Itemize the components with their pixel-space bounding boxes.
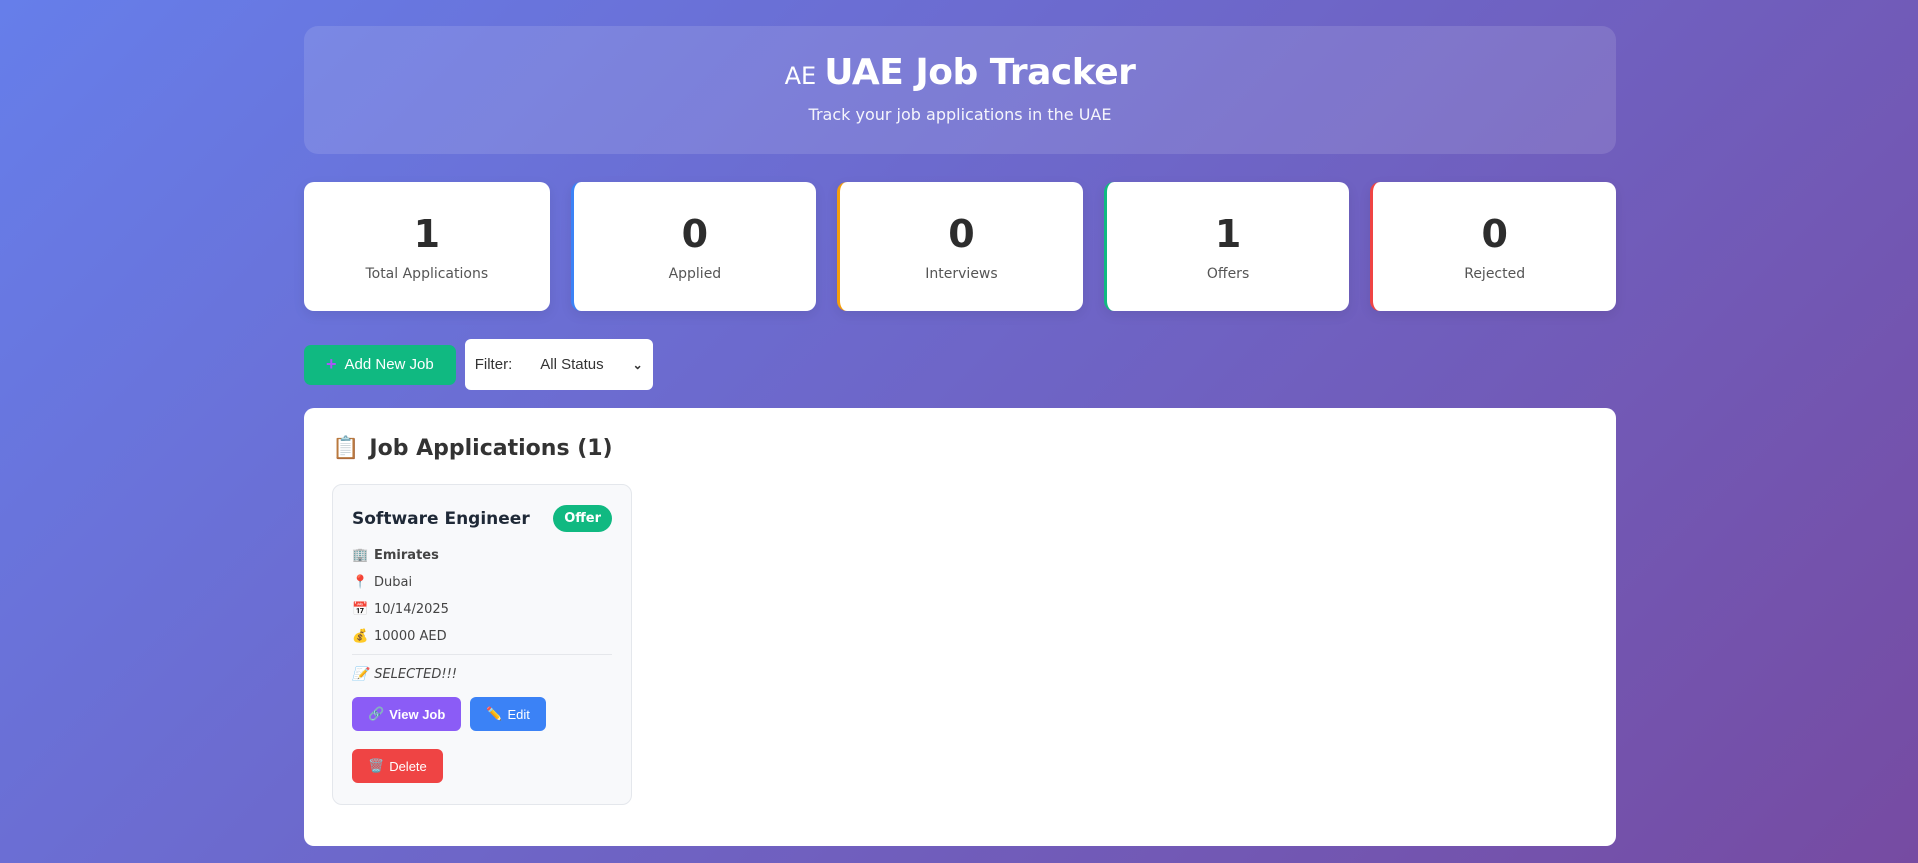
stat-label: Total Applications bbox=[365, 266, 489, 282]
pencil-icon: ✏️ bbox=[486, 706, 503, 721]
app-container: AE UAE Job Tracker Track your job applica… bbox=[304, 26, 1616, 846]
delete-button[interactable]: 🗑️ Delete bbox=[352, 749, 443, 783]
job-company: 🏢 Emirates bbox=[352, 548, 612, 563]
job-location-text: Dubai bbox=[374, 575, 413, 590]
stat-value: 0 bbox=[1481, 212, 1508, 256]
panel-title-text: Job Applications (1) bbox=[369, 436, 613, 461]
job-card: Software Engineer Offer 🏢 Emirates 📍 Dub… bbox=[332, 484, 632, 805]
job-applications-panel: 📋 Job Applications (1) Software Engineer… bbox=[304, 408, 1616, 846]
plus-icon: + bbox=[326, 354, 337, 374]
job-salary-text: 10000 AED bbox=[374, 629, 447, 644]
edit-button[interactable]: ✏️ Edit bbox=[470, 697, 546, 731]
stat-label: Interviews bbox=[925, 266, 998, 282]
job-notes-text: SELECTED!!! bbox=[374, 667, 457, 682]
stat-value: 1 bbox=[1214, 212, 1242, 256]
edit-label: Edit bbox=[507, 706, 530, 722]
stat-value: 0 bbox=[681, 212, 709, 256]
pin-icon: 📍 bbox=[352, 575, 369, 590]
app-header: AE UAE Job Tracker Track your job applica… bbox=[304, 26, 1616, 154]
filter-select-value[interactable]: All Status bbox=[540, 356, 603, 373]
page-subtitle: Track your job applications in the UAE bbox=[808, 105, 1112, 124]
status-filter[interactable]: Filter: All Status ⌄ bbox=[464, 339, 653, 390]
stat-value: 1 bbox=[413, 212, 441, 256]
stat-label: Rejected bbox=[1464, 266, 1526, 282]
status-badge: Offer bbox=[553, 505, 612, 532]
stats-row: 1 Total Applications 0 Applied 0 Intervi… bbox=[304, 182, 1616, 311]
view-job-label: View Job bbox=[389, 706, 446, 722]
filter-label: Filter: bbox=[474, 356, 513, 373]
link-icon: 🔗 bbox=[368, 706, 385, 721]
money-bag-icon: 💰 bbox=[352, 629, 369, 644]
job-location: 📍 Dubai bbox=[352, 575, 612, 590]
job-card-header: Software Engineer Offer bbox=[352, 505, 612, 532]
stat-offers: 1 Offers bbox=[1103, 182, 1350, 311]
job-notes: 📝 SELECTED!!! bbox=[352, 667, 612, 682]
stat-label: Offers bbox=[1206, 266, 1250, 282]
view-job-button[interactable]: 🔗 View Job bbox=[352, 697, 462, 731]
job-title: Software Engineer bbox=[352, 508, 530, 529]
job-salary: 💰 10000 AED bbox=[352, 629, 612, 644]
stat-applied: 0 Applied bbox=[570, 182, 817, 311]
stat-value: 0 bbox=[948, 212, 975, 256]
job-date-text: 10/14/2025 bbox=[374, 602, 449, 617]
building-icon: 🏢 bbox=[352, 548, 369, 563]
job-date: 📅 10/14/2025 bbox=[352, 602, 612, 617]
page-title: AE UAE Job Tracker bbox=[304, 52, 1616, 93]
divider bbox=[352, 654, 612, 655]
trash-icon: 🗑️ bbox=[368, 758, 385, 773]
clipboard-icon: 📋 bbox=[332, 436, 360, 461]
delete-label: Delete bbox=[389, 758, 427, 774]
stat-interviews: 0 Interviews bbox=[837, 182, 1083, 311]
uae-flag-icon: AE bbox=[784, 62, 817, 90]
page-title-text: UAE Job Tracker bbox=[824, 52, 1136, 93]
panel-title: 📋 Job Applications (1) bbox=[332, 436, 1588, 461]
add-new-job-label: Add New Job bbox=[344, 356, 434, 373]
stat-label: Applied bbox=[668, 266, 722, 282]
memo-icon: 📝 bbox=[352, 667, 369, 682]
calendar-icon: 📅 bbox=[352, 602, 369, 617]
toolbar: + Add New Job Filter: All Status ⌄ bbox=[304, 339, 1616, 390]
stat-rejected: 0 Rejected bbox=[1370, 182, 1616, 311]
job-actions: 🔗 View Job ✏️ Edit 🗑️ Delete bbox=[352, 697, 612, 783]
stat-total-applications: 1 Total Applications bbox=[304, 182, 550, 311]
add-new-job-button[interactable]: + Add New Job bbox=[304, 344, 456, 385]
job-company-text: Emirates bbox=[374, 548, 439, 563]
chevron-down-icon[interactable]: ⌄ bbox=[633, 358, 643, 372]
